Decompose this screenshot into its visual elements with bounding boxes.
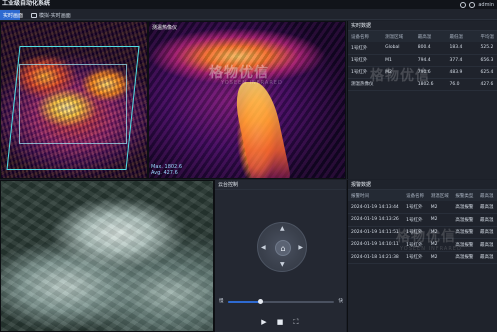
table-cell: 1号红外 xyxy=(403,213,428,227)
table-cell: 483.9 xyxy=(446,66,478,79)
app-window: 工业级自动化系统 admin 实时画面 模拟-实时画面 测温热像仪 格物优信 Y… xyxy=(0,0,497,332)
watermark-sub: YOSEEN INFRARED xyxy=(400,246,462,252)
slider-fill xyxy=(228,301,260,303)
thermal-view-1[interactable] xyxy=(0,21,148,179)
tab-realtime[interactable]: 实时画面 xyxy=(0,10,24,20)
column-header: 报警时间 xyxy=(348,190,404,201)
arrow-right-icon[interactable]: ▶ xyxy=(298,245,303,251)
table-header-row: 报警时间 设备名称 测温区域 报警类型 最高温 xyxy=(348,190,497,201)
table-cell: 最高温 xyxy=(476,238,497,252)
table-row[interactable]: 2024-01-18 14:21:38 1号红外 M2 高温报警 最高温 xyxy=(348,251,497,264)
user-icon[interactable] xyxy=(469,1,476,8)
table-cell: 最高温 xyxy=(476,201,497,214)
table-cell: 800.4 xyxy=(414,42,447,55)
playback-controls: ▶ ■ ⛶ xyxy=(260,318,300,326)
column-header: 测温区域 xyxy=(382,31,415,42)
realtime-data-panel: 实时数据 设备名称 测温区域 最高温 最低温 平均温 1号红外 Global 8… xyxy=(347,21,497,179)
visible-video-view[interactable] xyxy=(0,180,214,332)
table-row[interactable]: 1号红外 Global 800.4 183.4 525.2 xyxy=(348,42,497,55)
table-cell: 高温报警 xyxy=(452,226,477,239)
column-header: 测温区域 xyxy=(427,190,453,201)
slider-max-label: 快 xyxy=(338,299,344,304)
ptz-control-panel: 云台控制 ▲ ▼ ◀ ▶ ⌂ 慢 快 ▶ ■ ⛶ xyxy=(214,180,346,332)
arrow-left-icon[interactable]: ◀ xyxy=(261,245,266,251)
table-row[interactable]: 2024-01-19 14:13:44 1号红外 M2 高温报警 最高温 xyxy=(348,201,497,214)
column-header: 最高温 xyxy=(414,31,447,42)
slider-track[interactable] xyxy=(228,299,334,304)
roi-region-m2[interactable] xyxy=(19,64,127,144)
table-cell: 1号红外 xyxy=(348,42,383,55)
table-header-row: 设备名称 测温区域 最高温 最低温 平均温 xyxy=(348,31,497,42)
settings-icon[interactable] xyxy=(460,1,467,8)
panel-title: 报警数据 xyxy=(348,180,497,190)
table-cell: 1号红外 xyxy=(403,251,428,264)
table-cell: 76.0 xyxy=(446,78,478,91)
watermark: 格物优信 xyxy=(396,229,456,245)
user-name[interactable]: admin xyxy=(478,2,494,8)
table-cell: 最高温 xyxy=(476,213,497,227)
watermark-sub: YOSEEN INFRARED xyxy=(221,80,283,86)
alarm-data-panel: 报警数据 报警时间 设备名称 测温区域 报警类型 最高温 2024-01-19 … xyxy=(347,180,497,332)
table-cell: 656.3 xyxy=(477,54,497,67)
table-cell: 高温报警 xyxy=(452,213,477,227)
ptz-home-button[interactable]: ⌂ xyxy=(275,240,291,256)
panel-title: 实时数据 xyxy=(348,21,497,31)
user-area[interactable]: admin xyxy=(460,0,494,9)
table-cell: 183.4 xyxy=(446,42,478,55)
table-cell: 2024-01-19 14:13:26 xyxy=(348,213,404,227)
table-cell: 2024-01-19 14:13:44 xyxy=(348,201,404,214)
table-cell: M2 xyxy=(427,213,453,227)
fullscreen-icon[interactable]: ⛶ xyxy=(292,318,300,326)
arrow-down-icon[interactable]: ▼ xyxy=(280,262,285,268)
table-cell: 525.2 xyxy=(477,42,497,55)
ptz-direction-wheel[interactable]: ▲ ▼ ◀ ▶ ⌂ xyxy=(257,222,307,272)
tab-sim-realtime[interactable]: 模拟-实时画面 xyxy=(28,10,74,20)
title-bar: 工业级自动化系统 admin xyxy=(0,0,497,9)
table-cell: 最高温 xyxy=(476,251,497,264)
monitor-icon xyxy=(31,12,37,18)
column-header: 最低温 xyxy=(446,31,478,42)
column-header: 设备名称 xyxy=(348,31,383,42)
column-header: 报警类型 xyxy=(452,190,477,201)
table-cell: 2024-01-18 14:21:38 xyxy=(348,251,404,264)
slider-knob[interactable] xyxy=(257,299,263,304)
smoke-texture xyxy=(1,181,213,331)
table-row[interactable]: 2024-01-19 14:13:26 1号红外 M2 高温报警 最高温 xyxy=(348,213,497,227)
app-title: 工业级自动化系统 xyxy=(2,0,51,7)
watermark: 格物优信 xyxy=(209,65,269,81)
arrow-up-icon[interactable]: ▲ xyxy=(280,226,285,232)
watermark: 格物优信 xyxy=(370,68,430,84)
thermal-view-2[interactable]: 测温热像仪 格物优信 YOSEEN INFRARED Max. 1802.6 A… xyxy=(148,21,346,179)
table-cell: 625.4 xyxy=(477,66,497,79)
stop-icon[interactable]: ■ xyxy=(276,318,284,326)
table-cell: 高温报警 xyxy=(452,201,477,214)
table-cell: Global xyxy=(382,42,415,55)
table-cell: 427.6 xyxy=(477,78,497,91)
tab-label: 模拟-实时画面 xyxy=(39,12,71,19)
table-cell: 2024-01-19 14:10:11 xyxy=(348,238,404,252)
tab-label: 实时画面 xyxy=(3,12,24,19)
tab-bar: 实时画面 模拟-实时画面 xyxy=(0,9,497,20)
table-cell: 最高温 xyxy=(476,226,497,239)
table-cell: 高温报警 xyxy=(452,251,477,264)
speed-slider[interactable]: 慢 快 xyxy=(219,298,343,306)
table-cell: 377.4 xyxy=(446,54,478,67)
table-cell: M2 xyxy=(427,251,453,264)
temp-avg: Avg. 427.6 xyxy=(151,170,178,176)
table-cell: 2024-01-19 14:11:51 xyxy=(348,226,404,239)
table-cell: 1号红外 xyxy=(403,201,428,214)
camera-label: 测温热像仪 xyxy=(152,25,178,31)
column-header: 设备名称 xyxy=(403,190,428,201)
slider-min-label: 慢 xyxy=(219,299,224,304)
table-cell: M2 xyxy=(427,201,453,214)
panel-title: 云台控制 xyxy=(215,180,346,190)
column-header: 最高温 xyxy=(476,190,497,201)
play-icon[interactable]: ▶ xyxy=(260,318,268,326)
column-header: 平均温 xyxy=(477,31,497,42)
temperature-readout: Max. 1802.6 Avg. 427.6 xyxy=(151,164,182,176)
